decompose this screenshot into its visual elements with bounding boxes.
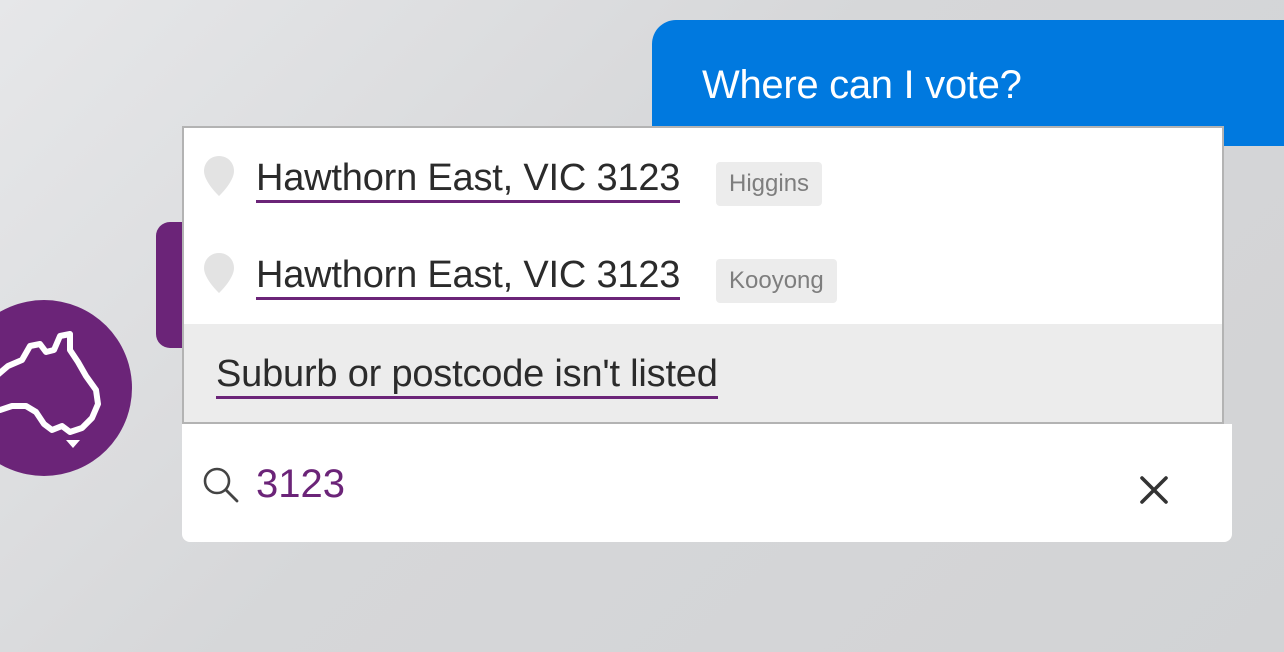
not-listed-label[interactable]: Suburb or postcode isn't listed [216,352,718,399]
suggestion-label[interactable]: Hawthorn East, VIC 3123 [256,253,680,300]
bot-avatar [0,300,132,476]
suggestion-label[interactable]: Hawthorn East, VIC 3123 [256,156,680,203]
search-input[interactable] [256,456,1116,512]
search-icon [203,467,239,503]
close-icon[interactable] [1130,466,1178,514]
electorate-badge: Higgins [716,162,823,206]
suggestion-item[interactable]: Hawthorn East, VIC 3123 Kooyong [184,225,1222,322]
search-bar [182,424,1232,542]
user-message-text: Where can I vote? [702,63,1022,107]
map-pin-icon [204,253,234,293]
suggestions-dropdown: Hawthorn East, VIC 3123 Higgins Hawthorn… [182,126,1224,424]
electorate-badge: Kooyong [716,259,837,303]
suggestion-item[interactable]: Hawthorn East, VIC 3123 Higgins [184,128,1222,225]
map-pin-icon [204,156,234,196]
australia-map-icon [0,331,101,448]
not-listed-option[interactable]: Suburb or postcode isn't listed [184,324,1222,422]
